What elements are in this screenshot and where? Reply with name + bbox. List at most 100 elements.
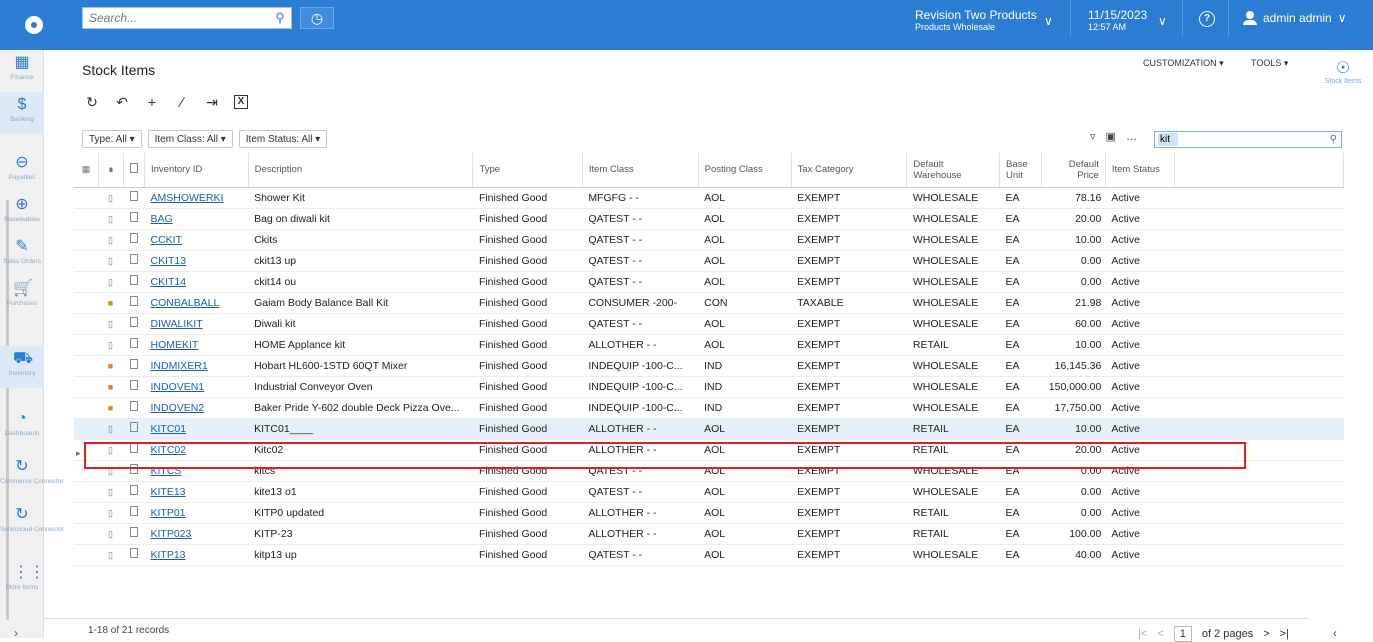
table-row[interactable]: ▯ KITC02 Kitc02 Finished Good ALLOTHER - - AO… <box>74 439 1344 461</box>
inventory-id-link[interactable]: KITE13 <box>151 486 186 498</box>
note-cell[interactable] <box>123 313 145 335</box>
inventory-id-link[interactable]: INDOVEN2 <box>151 402 205 414</box>
paperclip-icon[interactable]: ■ <box>105 382 117 392</box>
col-posting-class[interactable]: Posting Class <box>698 153 792 188</box>
nav-item-commerce-connector[interactable]: ↻ Commerce Connector <box>0 454 64 496</box>
table-row[interactable]: ■ INDOVEN1 Industrial Conveyor Oven Finishe… <box>74 376 1344 398</box>
note-cell[interactable] <box>123 460 145 482</box>
attachment-cell[interactable]: ▯ <box>98 208 124 230</box>
filter-item-class[interactable]: Item Class: All ▾ <box>147 130 233 148</box>
add-icon[interactable]: + <box>144 94 160 110</box>
note-icon[interactable] <box>129 359 138 369</box>
paperclip-icon[interactable]: ▯ <box>105 424 117 435</box>
paperclip-icon[interactable]: ■ <box>105 298 117 308</box>
inventory-id-link[interactable]: KITCS <box>151 465 182 477</box>
attachment-cell[interactable]: ▯ <box>98 250 124 272</box>
table-row[interactable]: ▯ KITP01 KITP0 updated Finished Good ALLOTHE… <box>74 502 1344 524</box>
acumatica-logo[interactable] <box>0 0 68 50</box>
excel-export-icon[interactable]: X <box>234 95 248 109</box>
table-row[interactable]: ■ INDOVEN2 Baker Pride Y-602 double Deck P… <box>74 397 1344 419</box>
paperclip-icon[interactable]: ▯ <box>105 193 117 204</box>
row-select-header[interactable]: ▦ <box>74 153 99 188</box>
note-icon[interactable] <box>129 275 138 285</box>
nav-item-finance[interactable]: ▦ Finance <box>0 50 44 92</box>
note-icon[interactable] <box>129 296 138 306</box>
inventory-id-link[interactable]: KITP13 <box>151 549 186 561</box>
attachment-cell[interactable]: ■ <box>98 397 124 419</box>
table-row[interactable]: ▯ BAG Bag on diwali kit Finished Good QATEST… <box>74 208 1344 230</box>
col-description[interactable]: Description <box>248 153 474 188</box>
paperclip-icon[interactable]: ▯ <box>105 487 117 498</box>
row-selector[interactable] <box>74 397 99 419</box>
col-tax-category[interactable]: Tax Category <box>791 153 908 188</box>
col-default-warehouse[interactable]: Default Warehouse <box>906 153 1001 188</box>
inventory-id-link[interactable]: AMSHOWERKI <box>151 192 224 204</box>
attachment-cell[interactable]: ▯ <box>98 313 124 335</box>
inventory-id-link[interactable]: INDOVEN1 <box>151 381 205 393</box>
note-icon[interactable] <box>129 401 138 411</box>
save-icon[interactable]: ▣ <box>1106 130 1116 143</box>
row-selector[interactable] <box>74 523 99 545</box>
col-type[interactable]: Type <box>472 153 583 188</box>
note-cell[interactable] <box>123 355 145 377</box>
customization-menu[interactable]: CUSTOMIZATION ▾ <box>1143 58 1224 69</box>
col-default-price[interactable]: Default Price <box>1041 153 1106 188</box>
inventory-id-link[interactable]: KITP023 <box>151 528 192 540</box>
table-row[interactable]: ▯ KITC01 KITC01____ Finished Good ALLOTHER -… <box>74 418 1344 440</box>
note-icon[interactable] <box>129 254 138 264</box>
paperclip-icon[interactable]: ▯ <box>105 340 117 351</box>
note-cell[interactable] <box>123 334 145 356</box>
row-selector[interactable] <box>74 355 99 377</box>
row-selector[interactable] <box>74 313 99 335</box>
nav-item-inventory[interactable]: ⛟ Inventory <box>0 346 44 388</box>
filter-item-status[interactable]: Item Status: All ▾ <box>238 130 328 148</box>
chevron-down-icon[interactable]: ∨ <box>1044 14 1053 28</box>
row-selector[interactable] <box>74 418 99 440</box>
business-date[interactable]: 11/15/2023 12:57 AM <box>1088 9 1147 33</box>
note-icon[interactable] <box>129 317 138 327</box>
note-cell[interactable] <box>123 208 145 230</box>
nav-item-dashboards[interactable]: ◔ Dashboards <box>0 406 44 448</box>
search-icon[interactable]: ⚲ <box>269 10 291 26</box>
row-selector[interactable] <box>74 208 99 230</box>
nav-item-banking[interactable]: $ Banking <box>0 92 44 134</box>
paperclip-icon[interactable]: ▯ <box>105 445 117 456</box>
note-cell[interactable] <box>123 271 145 293</box>
attachment-cell[interactable]: ▯ <box>98 187 124 209</box>
attachment-cell[interactable]: ▯ <box>98 418 124 440</box>
note-icon[interactable] <box>129 191 138 201</box>
note-icon[interactable] <box>129 485 138 495</box>
table-row[interactable]: ▯ CKIT14 ckit14 ou Finished Good QATEST - -A… <box>74 271 1344 293</box>
attachment-cell[interactable]: ▯ <box>98 460 124 482</box>
paperclip-icon[interactable]: ▯ <box>105 550 117 561</box>
nav-item-purchases[interactable]: 🛒 Purchases <box>0 276 44 318</box>
inventory-id-link[interactable]: INDMIXER1 <box>151 360 208 372</box>
grid-search-input[interactable] <box>1158 133 1178 146</box>
table-row[interactable]: ▯ KITP13 kitp13 up Finished Good QATEST - -A… <box>74 544 1344 566</box>
undo-icon[interactable]: ↶ <box>114 94 130 111</box>
col-item-status[interactable]: Item Status <box>1105 153 1176 188</box>
table-row[interactable]: ■ CONBALBALL Gaiam Body Balance Ball Kit Fi… <box>74 292 1344 314</box>
inventory-id-link[interactable]: KITP01 <box>151 507 186 519</box>
global-search[interactable]: ⚲ <box>82 7 292 29</box>
table-row[interactable]: ▯ CKIT13 ckit13 up Finished Good QATEST - -A… <box>74 250 1344 272</box>
paperclip-icon[interactable]: ▯ <box>105 214 117 225</box>
note-cell[interactable] <box>123 502 145 524</box>
inventory-id-link[interactable]: HOMEKIT <box>151 339 199 351</box>
prev-page-button[interactable]: < <box>1157 628 1163 640</box>
table-row[interactable]: ▯ CCKIT Ckits Finished Good QATEST - - AOL EXE… <box>74 229 1344 251</box>
nav-item-sales-orders[interactable]: ✎ Sales Orders <box>0 234 44 276</box>
row-selector[interactable] <box>74 376 99 398</box>
note-cell[interactable] <box>123 229 145 251</box>
attachment-cell[interactable]: ■ <box>98 292 124 314</box>
grid-search[interactable]: ⚲ <box>1154 131 1342 148</box>
more-icon[interactable]: … <box>1126 131 1137 143</box>
paperclip-icon[interactable]: ▯ <box>105 256 117 267</box>
note-cell[interactable] <box>123 376 145 398</box>
first-page-button[interactable]: |< <box>1138 628 1147 640</box>
attachment-cell[interactable]: ▯ <box>98 271 124 293</box>
attachment-cell[interactable]: ■ <box>98 355 124 377</box>
note-icon[interactable] <box>129 548 138 558</box>
row-selector[interactable] <box>74 334 99 356</box>
table-row[interactable]: ▯ HOMEKIT HOME Applance kit Finished Good AL… <box>74 334 1344 356</box>
